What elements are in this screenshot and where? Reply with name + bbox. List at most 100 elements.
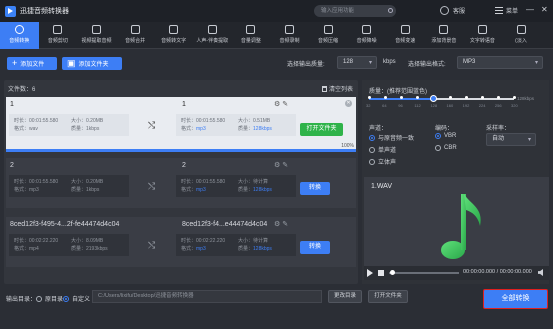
quality-tick[interactable]	[513, 96, 516, 99]
edit-icon[interactable]: ✎	[282, 162, 288, 169]
quality-select[interactable]: 128 ▾	[337, 56, 377, 69]
settings-icon[interactable]: ⚙	[274, 221, 280, 228]
quality-tick[interactable]	[368, 96, 371, 99]
tool-bgm[interactable]: 添加背景音	[425, 22, 464, 49]
encoding-radio-cbr[interactable]: CBR	[435, 145, 457, 151]
stop-icon[interactable]	[378, 270, 384, 276]
quality-tick-label: 32	[366, 103, 371, 108]
menu-icon[interactable]	[495, 7, 503, 14]
service-icon[interactable]	[440, 6, 449, 15]
encoding-label: 编码：	[435, 126, 454, 132]
menu-link[interactable]: 菜单	[506, 6, 518, 15]
target-file-name: 1	[182, 101, 186, 108]
quality-slider[interactable]	[368, 95, 516, 102]
channel-radio-mono[interactable]: 单声道	[369, 145, 396, 154]
tool-denoise[interactable]: 音频降噪	[347, 22, 386, 49]
settings-icon[interactable]: ⚙	[274, 101, 280, 108]
output-custom-radio[interactable]: 自定义	[63, 294, 90, 303]
edit-icon[interactable]: ✎	[282, 101, 288, 108]
open-folder-button[interactable]: 打开文件夹	[300, 123, 343, 136]
file-item[interactable]: 2 时长：00:01:55.580 大小：0.20MB 格式：mp3 质量：1kbp…	[6, 158, 356, 208]
quality-tick[interactable]	[448, 96, 452, 99]
edit-icons[interactable]: ⚙ ✎	[274, 100, 288, 108]
chevron-down-icon: ▾	[527, 137, 531, 143]
edit-icon[interactable]: ✎	[282, 221, 288, 228]
clear-list-label: 清空列表	[329, 87, 354, 93]
target-format: mp3	[196, 187, 206, 193]
tool-convert[interactable]: 音频转换	[0, 22, 39, 49]
quality-tick[interactable]	[464, 96, 468, 99]
play-icon[interactable]	[367, 269, 373, 277]
tool-voice[interactable]: 人声-伴奏提取	[193, 22, 232, 49]
tool-video[interactable]: 视频提取音频	[77, 22, 116, 49]
target-file-name: 2	[182, 162, 186, 169]
tool-scissors[interactable]: 音频剪切	[39, 22, 78, 49]
shuffle-icon: ⤭	[148, 181, 156, 191]
target-format-label: 格式：	[181, 126, 197, 132]
quality-unit: kbps	[383, 59, 396, 65]
channel-radio-original[interactable]: 与原音频一致	[369, 133, 414, 142]
seek-handle[interactable]	[390, 270, 395, 275]
tool-fade[interactable]: (淡入	[502, 22, 541, 49]
search-icon[interactable]	[388, 8, 393, 13]
source-format: mp3	[29, 187, 39, 193]
convert-button[interactable]: 转换	[300, 182, 330, 195]
target-duration: 时长：00:01:55.580	[181, 118, 226, 124]
target-quality: 128kbps	[253, 187, 272, 193]
convert-all-button[interactable]: 全部转换	[483, 289, 548, 309]
edit-icons[interactable]: ⚙ ✎	[274, 161, 288, 169]
seek-bar[interactable]	[389, 272, 459, 274]
convert-button[interactable]: 转换	[300, 241, 330, 254]
quality-tick[interactable]	[480, 96, 484, 99]
app-window: 迅捷音频转换器 输入应用功能 客服 菜单 — ✕ 音频转换 音频剪切 视频提取音频音…	[0, 0, 553, 329]
close-button[interactable]: ✕	[541, 5, 548, 15]
format-select[interactable]: MP3 ▾	[457, 56, 543, 69]
clear-list-button[interactable]: 清空列表	[322, 84, 353, 93]
settings-icon[interactable]: ⚙	[274, 162, 280, 169]
tool-mic[interactable]: 音频录制	[270, 22, 309, 49]
fade-icon	[516, 25, 526, 34]
radio-dot	[369, 158, 375, 165]
channel-option-label: 单声道	[378, 148, 397, 154]
target-quality-label: 质量：	[238, 126, 254, 132]
add-file-button[interactable]: + 添加文件	[7, 57, 57, 70]
quality-tick-label: 224	[478, 103, 486, 108]
open-folder-bottom-button[interactable]: 打开文件夹	[368, 290, 408, 303]
file-item[interactable]: 1 时长：00:01:55.580 大小：0.20MB 格式：wav 质量：1kbp…	[6, 97, 356, 152]
minimize-button[interactable]: —	[526, 5, 534, 15]
source-format-label: 格式：	[14, 126, 30, 132]
service-link[interactable]: 客服	[453, 6, 465, 15]
tts-icon	[477, 25, 487, 34]
source-quality: 质量：1kbps	[71, 187, 100, 193]
file-item[interactable]: 8ced12f3-f495-4...2f-fe44474d4c04 时长：00:…	[6, 217, 356, 267]
tool-label: 音频压缩	[318, 38, 339, 44]
quality-tick-label: 96	[398, 103, 403, 108]
channel-radio-stereo[interactable]: 立体声	[369, 157, 396, 166]
radio-dot	[36, 295, 42, 302]
quality-range-title: 质量：(推荐范围蓝色)	[369, 89, 427, 95]
voice-icon	[207, 25, 217, 34]
tool-merge[interactable]: 音频合并	[116, 22, 155, 49]
tool-tts[interactable]: 文字转语音	[463, 22, 502, 49]
tool-volume[interactable]: 音量调整	[232, 22, 271, 49]
edit-icons[interactable]: ⚙ ✎	[274, 220, 288, 228]
tool-compress[interactable]: 音频压缩	[309, 22, 348, 49]
chevron-down-icon: ▾	[534, 60, 538, 66]
tool-text[interactable]: 音频转文字	[154, 22, 193, 49]
tool-speed[interactable]: 音频变速	[386, 22, 425, 49]
source-quality: 质量：2193kbps	[71, 246, 108, 252]
add-folder-button[interactable]: ▣ 添加文件夹	[62, 57, 122, 70]
change-dir-button[interactable]: 更改目录	[328, 290, 362, 303]
source-file-name: 8ced12f3-f495-4...2f-fe44474d4c04	[10, 221, 120, 228]
target-format-label: 格式：	[181, 187, 197, 193]
samplerate-value: 自动	[492, 136, 505, 142]
tool-label: 音频降噪	[356, 38, 377, 44]
encoding-radio-vbr[interactable]: VBR	[435, 133, 456, 139]
progress-fill	[6, 149, 356, 152]
samplerate-select[interactable]: 自动 ▾	[486, 133, 536, 146]
search-input[interactable]: 输入应用功能	[314, 5, 396, 17]
remove-file-icon[interactable]: ✕	[345, 100, 352, 107]
output-original-radio[interactable]: 原目录	[36, 294, 63, 303]
quality-tick[interactable]	[496, 96, 500, 99]
output-path-field[interactable]: C:/Users/lixifu/Desktop/迅捷音频转换器	[92, 290, 322, 303]
